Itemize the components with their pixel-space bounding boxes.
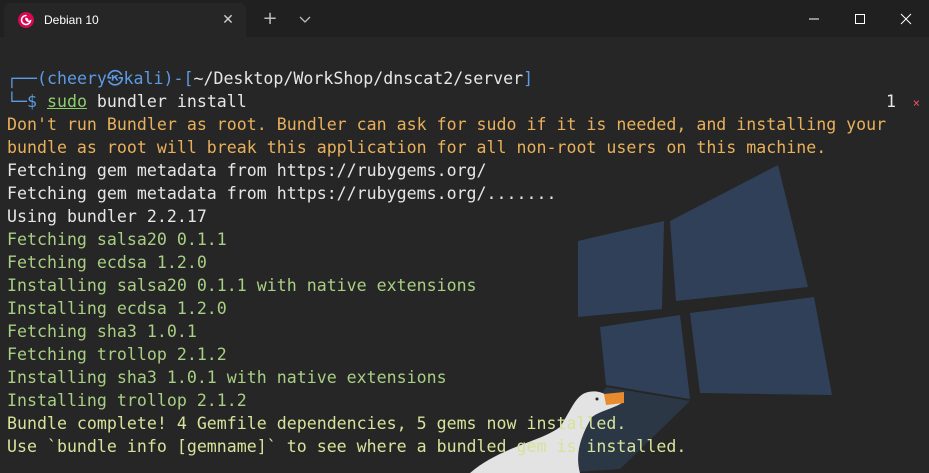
output-line: Using bundler 2.2.17 <box>7 207 207 226</box>
close-button[interactable] <box>883 0 929 37</box>
output-line: bundle as root will break this applicati… <box>7 138 827 157</box>
tab-debian[interactable]: Debian 10 ✕ <box>4 3 246 37</box>
output-line: Fetching ecdsa 1.2.0 <box>7 253 207 272</box>
output-line: Fetching salsa20 0.1.1 <box>7 230 227 249</box>
output-line: Fetching gem metadata from https://rubyg… <box>7 184 557 203</box>
output-line: Fetching sha3 1.0.1 <box>7 322 197 341</box>
output-line: Installing trollop 2.1.2 <box>7 391 247 410</box>
error-mark-icon: × <box>912 96 920 110</box>
output-line: Bundle complete! 4 Gemfile dependencies,… <box>7 414 627 433</box>
output-line: Installing sha3 1.0.1 with native extens… <box>7 368 447 387</box>
prompt-line: ┌──(cheery㉿kali)-[~/Desktop/WorkShop/dns… <box>7 67 886 90</box>
command-line: └─$ sudo bundler install <box>7 90 886 113</box>
close-icon[interactable]: ✕ <box>220 12 236 28</box>
output-line: Installing ecdsa 1.2.0 <box>7 299 227 318</box>
output-line: Installing salsa20 0.1.1 with native ext… <box>7 276 477 295</box>
minimize-icon <box>809 18 819 20</box>
prompt-user: cheery <box>46 69 107 88</box>
terminal-pane[interactable]: ┌──(cheery㉿kali)-[~/Desktop/WorkShop/dns… <box>0 37 929 473</box>
chevron-down-icon[interactable] <box>294 9 316 29</box>
output-line: Fetching gem metadata from https://rubyg… <box>7 161 487 180</box>
prompt-path: ~/Desktop/WorkShop/dnscat2/server <box>193 69 524 88</box>
maximize-button[interactable] <box>837 0 883 37</box>
prompt-corner: └─$ <box>7 92 47 111</box>
prompt-host: kali <box>123 69 164 88</box>
output-line: Don't run Bundler as root. Bundler can a… <box>7 115 887 134</box>
prompt-close: ] <box>523 69 534 88</box>
close-icon <box>900 13 912 25</box>
minimize-button[interactable] <box>791 0 837 37</box>
title-bar: Debian 10 ✕ + <box>0 0 929 37</box>
command-text: bundler install <box>86 92 247 111</box>
terminal-output: ┌──(cheery㉿kali)-[~/Desktop/WorkShop/dns… <box>7 67 886 458</box>
command-sudo: sudo <box>46 92 87 111</box>
tab-title: Debian 10 <box>44 13 99 27</box>
output-line: Fetching trollop 2.1.2 <box>7 345 227 364</box>
debian-swirl-icon <box>18 12 34 28</box>
prompt-frame: ┌──( <box>7 69 47 88</box>
prompt-sep: )-[ <box>163 69 194 88</box>
plus-icon[interactable]: + <box>259 9 281 29</box>
prompt-at: ㉿ <box>106 69 124 88</box>
maximize-icon <box>855 14 865 24</box>
exit-code: 1 <box>886 92 896 111</box>
output-line: Use `bundle info [gemname]` to see where… <box>7 437 687 456</box>
